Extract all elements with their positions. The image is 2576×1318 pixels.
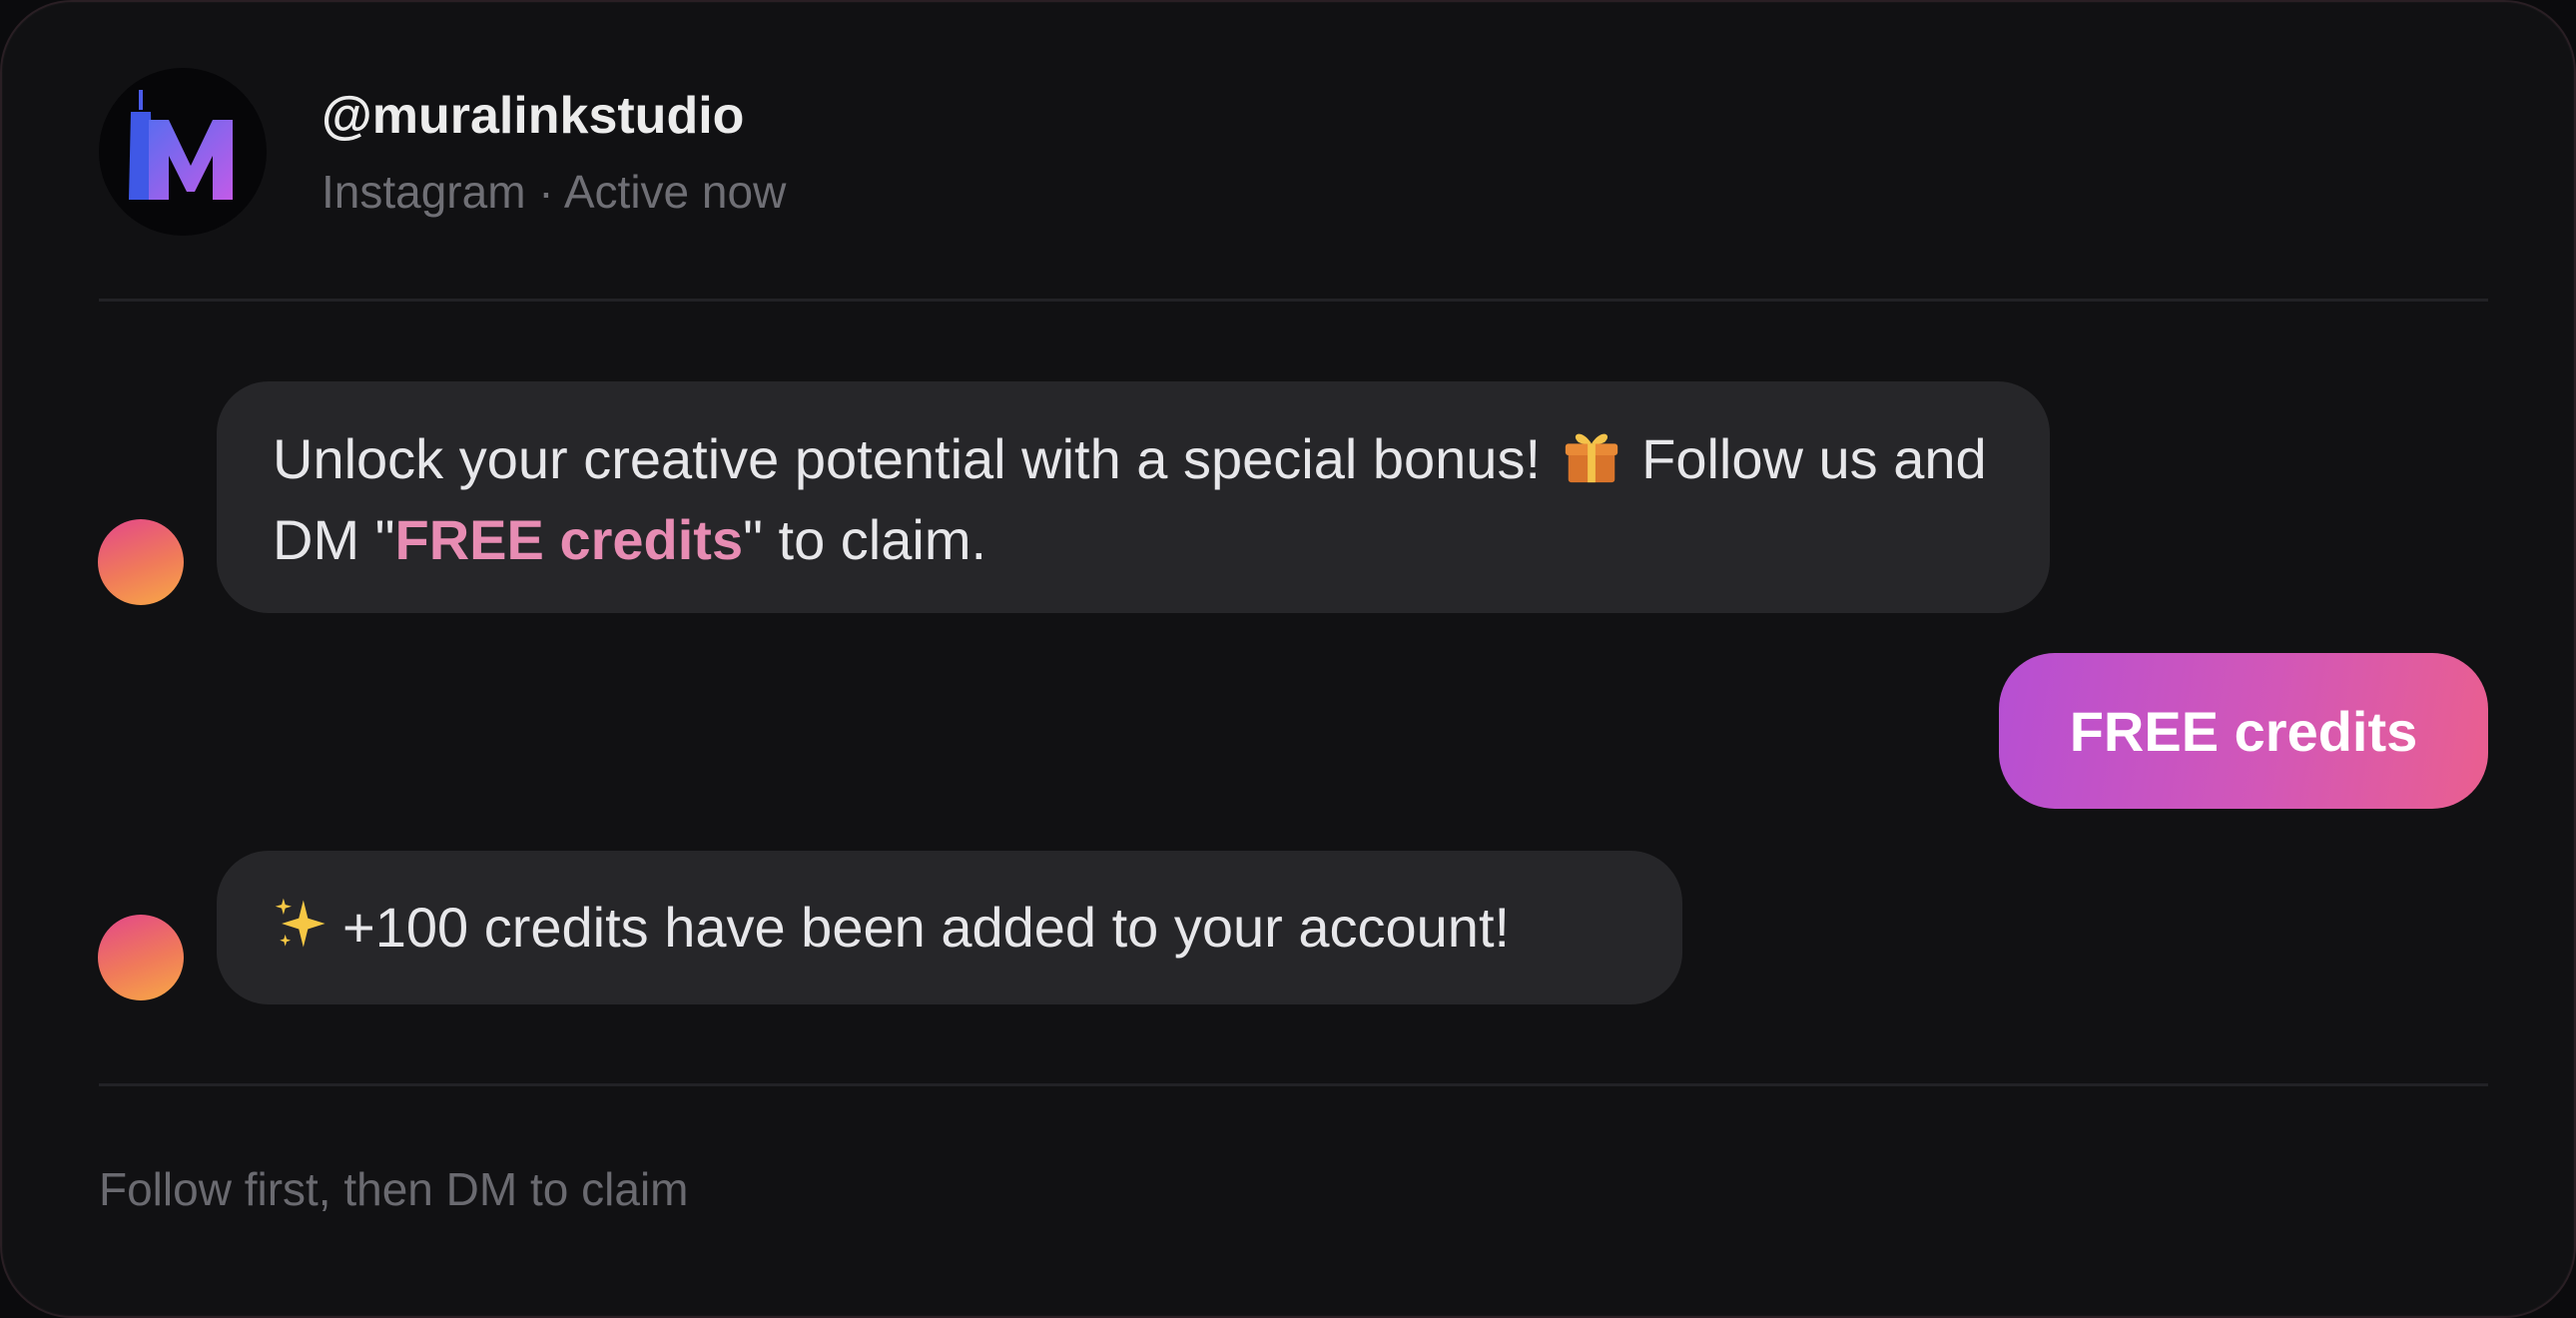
incoming-message-bubble: +100 credits have been added to your acc… <box>217 851 1682 1004</box>
sender-avatar <box>98 519 184 605</box>
muralink-m-logo-icon <box>129 90 233 200</box>
sender-avatar <box>98 915 184 1000</box>
footer-note: Follow first, then DM to claim <box>99 1163 689 1215</box>
footer-divider <box>99 1083 2488 1086</box>
incoming-message-bubble: Unlock your creative potential with a sp… <box>217 381 2050 613</box>
header-divider <box>99 299 2488 302</box>
gift-icon <box>1565 433 1617 483</box>
message-text: FREE credits <box>2069 699 2418 763</box>
message-text: " to claim. <box>743 508 987 571</box>
message-text: +100 credits have been added to your acc… <box>342 896 1511 959</box>
message-text: Unlock your creative potential with a sp… <box>273 427 1542 490</box>
profile-avatar[interactable] <box>99 68 267 236</box>
sparkles-icon <box>275 898 325 948</box>
profile-handle[interactable]: @muralinkstudio <box>322 86 744 146</box>
dm-card: @muralinkstudio Instagram · Active now U… <box>0 0 2576 1318</box>
outgoing-message-bubble: FREE credits <box>1999 653 2488 809</box>
status-subline: Instagram · Active now <box>322 166 787 218</box>
highlighted-keyword: FREE credits <box>394 508 744 571</box>
